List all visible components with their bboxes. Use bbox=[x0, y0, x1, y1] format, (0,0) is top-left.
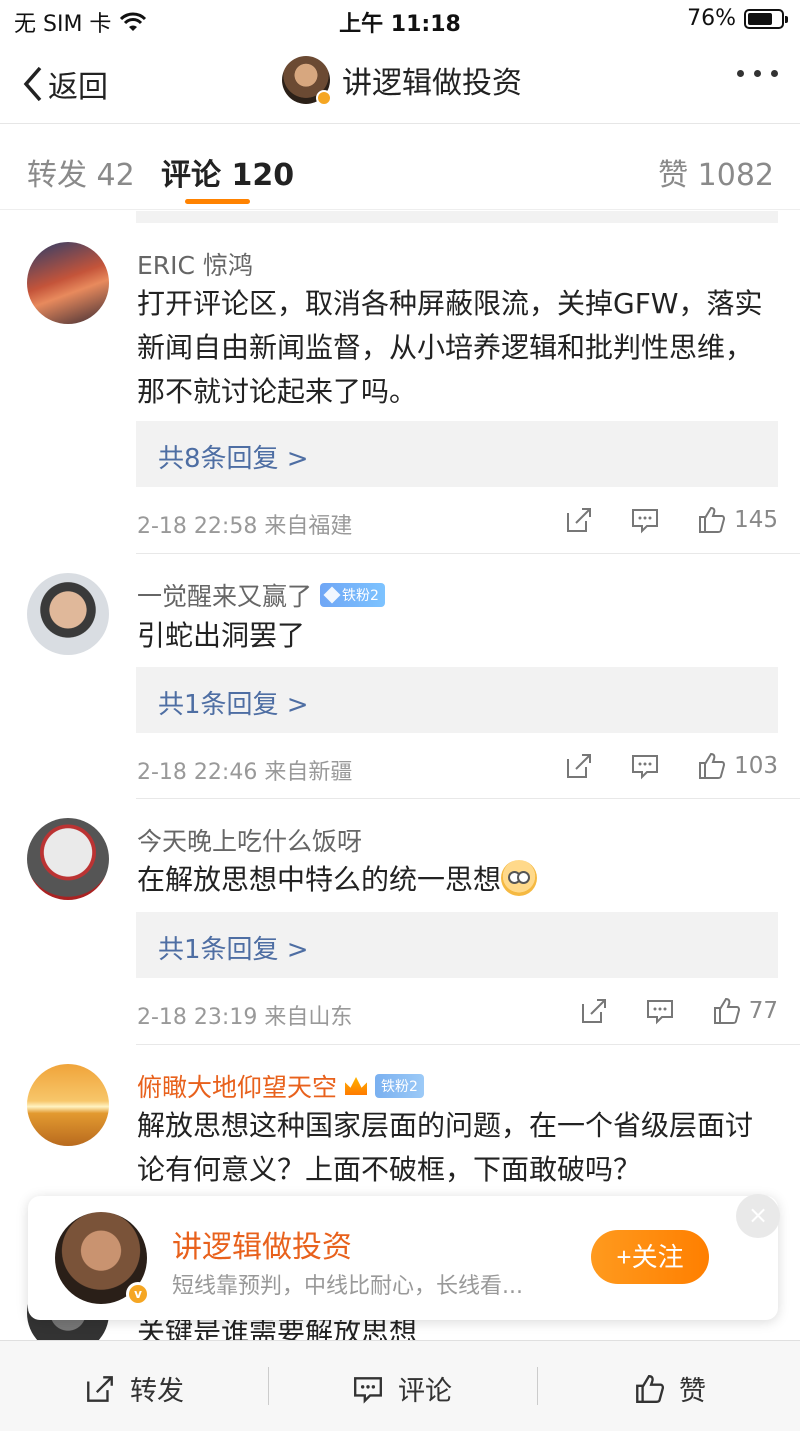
like-icon bbox=[636, 1374, 665, 1403]
comment-meta: 2-18 23:19 来自山东 bbox=[137, 1005, 353, 1030]
battery-icon bbox=[744, 8, 788, 29]
bottom-action-bar: 转发 评论 赞 bbox=[0, 1340, 800, 1431]
tab-bar: 转发 42 评论 120 赞 1082 bbox=[0, 124, 800, 210]
tab-comments[interactable]: 评论 120 bbox=[161, 150, 294, 194]
thinking-emoji-icon bbox=[501, 860, 538, 896]
battery-level bbox=[748, 12, 773, 25]
comment-author[interactable]: 一觉醒来又赢了 铁粉2 bbox=[137, 577, 385, 613]
comment-button[interactable]: 评论 bbox=[352, 1369, 452, 1408]
divider bbox=[136, 211, 778, 223]
like-button[interactable]: 赞 bbox=[633, 1369, 706, 1408]
like-count: 103 bbox=[734, 753, 778, 779]
back-label: 返回 bbox=[48, 70, 108, 105]
comment-text: 引蛇出洞罢了 bbox=[137, 619, 306, 652]
reply-summary[interactable]: 共1条回复 > bbox=[136, 667, 778, 733]
comment-label: 评论 bbox=[398, 1376, 452, 1407]
reply-count: 共8条回复 > bbox=[158, 444, 309, 474]
clock: 上午 11:18 bbox=[339, 12, 461, 37]
status-bar: 无 SIM 卡 上午 11:18 76% bbox=[0, 0, 800, 42]
comment-author[interactable]: 今天晚上吃什么饭呀 bbox=[137, 822, 362, 858]
fan-badge-label: 铁粉2 bbox=[342, 588, 379, 604]
repost-label: 转发 bbox=[130, 1376, 184, 1407]
crown-icon bbox=[345, 1077, 368, 1095]
reply-summary[interactable]: 共8条回复 > bbox=[136, 421, 778, 487]
author-name: ERIC 惊鸿 bbox=[137, 251, 253, 280]
avatar[interactable] bbox=[27, 1064, 109, 1146]
like-count: 77 bbox=[748, 998, 778, 1024]
divider bbox=[537, 1367, 538, 1405]
comment-author[interactable]: 俯瞰大地仰望天空 铁粉2 bbox=[137, 1068, 424, 1104]
verified-icon: v bbox=[126, 1282, 150, 1306]
nav-bar: 返回 讲逻辑做投资 bbox=[0, 42, 800, 124]
comment-actions: 103 bbox=[564, 751, 778, 781]
comment-text: 打开评论区，取消各种屏蔽限流，关掉GFW，落实新闻自由新闻监督，从小培养逻辑和批… bbox=[137, 287, 763, 408]
follow-card-name[interactable]: 讲逻辑做投资 bbox=[172, 1222, 352, 1266]
comment-actions: 77 bbox=[579, 996, 778, 1026]
divider bbox=[136, 798, 800, 799]
follow-card-desc: 短线靠预判，中线比耐心，长线看... bbox=[172, 1274, 523, 1299]
comment-meta: 2-18 22:46 来自新疆 bbox=[137, 760, 353, 785]
tab-active-indicator bbox=[185, 199, 250, 204]
nav-title[interactable]: 讲逻辑做投资 bbox=[282, 56, 522, 106]
comment-actions: 145 bbox=[564, 505, 778, 535]
nav-title-text: 讲逻辑做投资 bbox=[342, 66, 522, 101]
comment-icon[interactable] bbox=[645, 996, 675, 1026]
reply-count: 共1条回复 > bbox=[158, 935, 309, 965]
comment-text: 解放思想这种国家层面的问题，在一个省级层面讨论有何意义？上面不破框，下面敢破吗？ bbox=[137, 1109, 754, 1186]
diamond-icon bbox=[323, 586, 341, 604]
share-icon bbox=[87, 1375, 113, 1402]
back-button[interactable]: 返回 bbox=[22, 62, 108, 106]
comment-author[interactable]: ERIC 惊鸿 bbox=[137, 246, 253, 282]
like-count: 145 bbox=[734, 507, 778, 533]
reply-summary[interactable]: 共1条回复 > bbox=[136, 912, 778, 978]
more-icon[interactable] bbox=[737, 70, 778, 77]
like-icon[interactable] bbox=[696, 505, 726, 535]
tab-likes[interactable]: 赞 1082 bbox=[658, 150, 774, 194]
close-icon[interactable]: × bbox=[736, 1194, 780, 1238]
fan-badge: 铁粉2 bbox=[375, 1074, 424, 1098]
status-right: 76% bbox=[687, 6, 788, 31]
avatar[interactable] bbox=[27, 242, 109, 324]
avatar[interactable] bbox=[27, 818, 109, 900]
comment-icon bbox=[354, 1376, 382, 1404]
avatar bbox=[282, 56, 332, 106]
fan-badge: 铁粉2 bbox=[320, 583, 385, 607]
share-icon[interactable] bbox=[564, 505, 594, 535]
like-label: 赞 bbox=[679, 1376, 706, 1407]
share-icon[interactable] bbox=[579, 996, 609, 1026]
divider bbox=[136, 553, 800, 554]
fan-badge-label: 铁粉2 bbox=[381, 1079, 418, 1095]
divider bbox=[136, 1044, 800, 1045]
repost-button[interactable]: 转发 bbox=[84, 1369, 184, 1408]
reply-count: 共1条回复 > bbox=[158, 690, 309, 720]
like-icon[interactable] bbox=[711, 996, 741, 1026]
battery-percent: 76% bbox=[687, 6, 736, 31]
comment-text: 在解放思想中特么的统一思想 bbox=[137, 858, 777, 902]
avatar[interactable] bbox=[27, 573, 109, 655]
author-name: 今天晚上吃什么饭呀 bbox=[137, 827, 363, 856]
comment-text-body: 在解放思想中特么的统一思想 bbox=[137, 863, 502, 896]
share-icon[interactable] bbox=[564, 751, 594, 781]
follow-card: v 讲逻辑做投资 短线靠预判，中线比耐心，长线看... +关注 × bbox=[28, 1194, 780, 1320]
comment-icon[interactable] bbox=[630, 751, 660, 781]
author-name: 俯瞰大地仰望天空 bbox=[137, 1073, 338, 1102]
author-name: 一觉醒来又赢了 bbox=[137, 582, 313, 611]
comment-meta: 2-18 22:58 来自福建 bbox=[137, 514, 353, 539]
like-icon[interactable] bbox=[696, 751, 726, 781]
divider bbox=[268, 1367, 269, 1405]
follow-button[interactable]: +关注 bbox=[591, 1230, 709, 1284]
tab-repost[interactable]: 转发 42 bbox=[27, 150, 135, 194]
verified-icon bbox=[316, 90, 332, 106]
comment-icon[interactable] bbox=[630, 505, 660, 535]
chevron-left-icon bbox=[23, 66, 42, 102]
